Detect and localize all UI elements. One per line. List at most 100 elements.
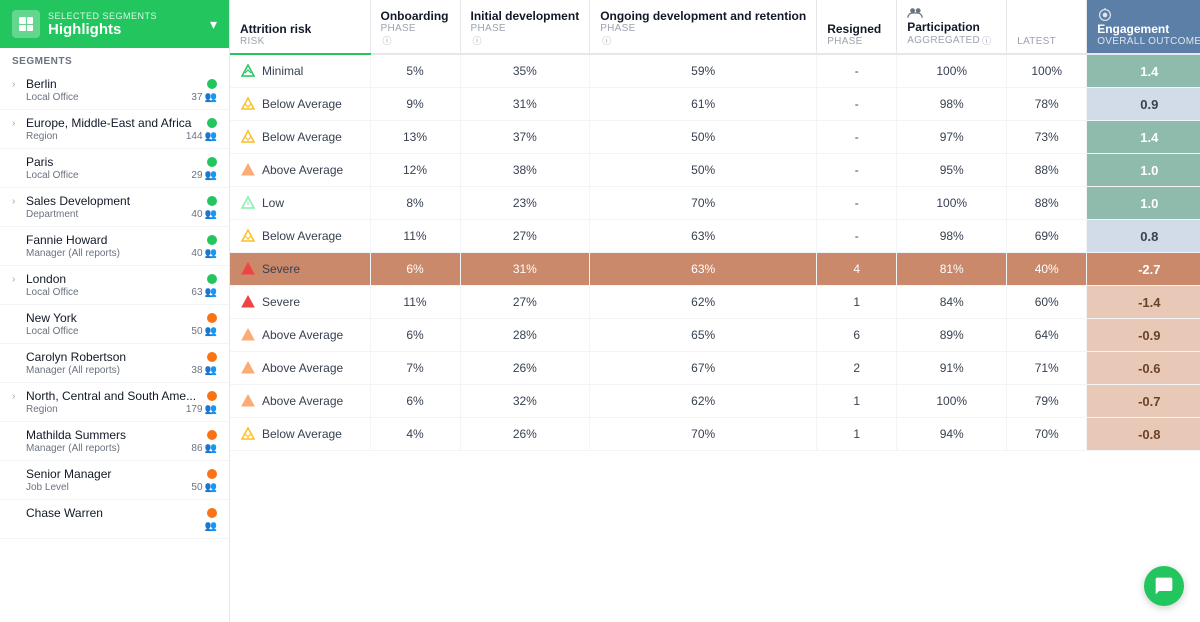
sidebar-item-chase[interactable]: Chase Warren 👥 xyxy=(0,500,229,539)
sidebar-item-main: Carolyn Robertson xyxy=(12,350,217,364)
attrition-cell: Above Average xyxy=(230,385,370,418)
onboarding-cell: 6% xyxy=(370,319,460,352)
sidebar-item-newyork[interactable]: New York Local Office 50 👥 xyxy=(0,305,229,344)
sidebar-item-type: Region xyxy=(26,404,58,415)
initial-cell: 23% xyxy=(460,187,590,220)
table-row[interactable]: Below Average 9% 31% 61% - 98% 78% 0.9 0… xyxy=(230,88,1200,121)
sidebar-item-type: Local Office xyxy=(26,326,79,337)
table-row[interactable]: Above Average 7% 26% 67% 2 91% 71% -0.6 … xyxy=(230,352,1200,385)
initial-cell: 27% xyxy=(460,286,590,319)
sidebar-item-fannie[interactable]: Fannie Howard Manager (All reports) 40 👥 xyxy=(0,227,229,266)
participation-cell: 97% xyxy=(897,121,1007,154)
sidebar-item-name: Mathilda Summers xyxy=(26,428,203,442)
status-badge xyxy=(207,196,217,206)
col-header-participation: Participation AGGREGATED ⓘ xyxy=(897,0,1007,54)
table-row[interactable]: Below Average 11% 27% 63% - 98% 69% 0.8 … xyxy=(230,220,1200,253)
latest-cell: 69% xyxy=(1007,220,1087,253)
table-row[interactable]: Above Average 6% 32% 62% 1 100% 79% -0.7… xyxy=(230,385,1200,418)
status-badge xyxy=(207,469,217,479)
sidebar-item-name: Fannie Howard xyxy=(26,233,203,247)
initial-cell: 37% xyxy=(460,121,590,154)
sidebar-item-berlin[interactable]: › Berlin Local Office 37 👥 xyxy=(0,71,229,110)
sidebar-item-meta: Local Office 37 👥 xyxy=(12,92,217,103)
sidebar-item-carolyn[interactable]: Carolyn Robertson Manager (All reports) … xyxy=(0,344,229,383)
ongoing-cell: 61% xyxy=(590,88,817,121)
attrition-cell: Above Average xyxy=(230,352,370,385)
table-row[interactable]: Above Average 12% 38% 50% - 95% 88% 1.0 … xyxy=(230,154,1200,187)
participation-cell: 81% xyxy=(897,253,1007,286)
engagement-cell: 1.0 xyxy=(1087,154,1200,187)
sidebar-item-europe[interactable]: › Europe, Middle-East and Africa Region … xyxy=(0,110,229,149)
chevron-icon: › xyxy=(12,196,22,207)
table-row[interactable]: Low 8% 23% 70% - 100% 88% 1.0 1.0 xyxy=(230,187,1200,220)
status-badge xyxy=(207,235,217,245)
sidebar-item-senior[interactable]: Senior Manager Job Level 50 👥 xyxy=(0,461,229,500)
sidebar-item-count: 179 👥 xyxy=(186,404,217,415)
table-row[interactable]: Severe 11% 27% 62% 1 84% 60% -1.4 -1.3 xyxy=(230,286,1200,319)
below-average-risk-icon xyxy=(240,129,256,145)
table-row[interactable]: Above Average 6% 28% 65% 6 89% 64% -0.9 … xyxy=(230,319,1200,352)
sidebar-item-name: Chase Warren xyxy=(26,506,203,520)
engagement-cell: 1.0 xyxy=(1087,187,1200,220)
sidebar-item-paris[interactable]: Paris Local Office 29 👥 xyxy=(0,149,229,188)
risk-label: Minimal xyxy=(262,64,303,78)
table-row[interactable]: Below Average 13% 37% 50% - 97% 73% 1.4 … xyxy=(230,121,1200,154)
initial-cell: 28% xyxy=(460,319,590,352)
sidebar-item-london[interactable]: › London Local Office 63 👥 xyxy=(0,266,229,305)
sidebar-item-type: Manager (All reports) xyxy=(26,443,120,454)
chat-button[interactable] xyxy=(1144,566,1184,606)
latest-cell: 64% xyxy=(1007,319,1087,352)
attrition-cell: Above Average xyxy=(230,319,370,352)
resigned-cell: 2 xyxy=(817,352,897,385)
latest-cell: 100% xyxy=(1007,54,1087,88)
table-row[interactable]: Below Average 4% 26% 70% 1 94% 70% -0.8 … xyxy=(230,418,1200,451)
low-risk-icon xyxy=(240,195,256,211)
onboarding-cell: 4% xyxy=(370,418,460,451)
table-row[interactable]: Severe 6% 31% 63% 4 81% 40% -2.7 -2.7 xyxy=(230,253,1200,286)
onboarding-cell: 11% xyxy=(370,286,460,319)
sidebar-header-text: SELECTED SEGMENTS Highlights xyxy=(48,11,157,38)
onboarding-cell: 6% xyxy=(370,385,460,418)
chevron-icon: › xyxy=(12,391,22,402)
engagement-cell: -0.6 xyxy=(1087,352,1200,385)
sidebar-item-north[interactable]: › North, Central and South Ame... Region… xyxy=(0,383,229,422)
sidebar-item-meta: Local Office 63 👥 xyxy=(12,287,217,298)
ongoing-cell: 59% xyxy=(590,54,817,88)
latest-cell: 78% xyxy=(1007,88,1087,121)
initial-cell: 32% xyxy=(460,385,590,418)
sidebar-item-count: 40 👥 xyxy=(191,248,217,259)
sidebar-item-mathilda[interactable]: Mathilda Summers Manager (All reports) 8… xyxy=(0,422,229,461)
risk-label: Above Average xyxy=(262,394,343,408)
sidebar-item-count: 37 👥 xyxy=(191,92,217,103)
participation-cell: 100% xyxy=(897,54,1007,88)
sidebar-header-left: SELECTED SEGMENTS Highlights xyxy=(12,10,157,38)
engagement-cell: -0.7 xyxy=(1087,385,1200,418)
table-wrapper[interactable]: Attrition risk RISK Onboarding PHASE ⓘ I… xyxy=(230,0,1200,622)
sidebar-item-main: Fannie Howard xyxy=(12,233,217,247)
participation-cell: 100% xyxy=(897,187,1007,220)
sidebar-item-type: Manager (All reports) xyxy=(26,248,120,259)
engagement-cell: -0.8 xyxy=(1087,418,1200,451)
above-average-risk-icon xyxy=(240,360,256,376)
sidebar-header[interactable]: SELECTED SEGMENTS Highlights ▾ xyxy=(0,0,229,48)
participation-cell: 94% xyxy=(897,418,1007,451)
sidebar-item-type: Local Office xyxy=(26,287,79,298)
sidebar-item-count: 86 👥 xyxy=(191,443,217,454)
chevron-down-icon: ▾ xyxy=(210,16,217,33)
col-header-latest: LATEST xyxy=(1007,0,1087,54)
sidebar-items-list: › Berlin Local Office 37 👥 › Europe, Mid… xyxy=(0,71,229,622)
engagement-cell: 1.4 xyxy=(1087,121,1200,154)
table-row[interactable]: Minimal 5% 35% 59% - 100% 100% 1.4 1.3 xyxy=(230,54,1200,88)
risk-label: Below Average xyxy=(262,427,342,441)
attrition-cell: Below Average xyxy=(230,220,370,253)
risk-label: Above Average xyxy=(262,163,343,177)
below-average-risk-icon xyxy=(240,228,256,244)
sidebar-item-sales[interactable]: › Sales Development Department 40 👥 xyxy=(0,188,229,227)
initial-cell: 35% xyxy=(460,54,590,88)
sidebar-item-meta: Department 40 👥 xyxy=(12,209,217,220)
sidebar-item-type: Job Level xyxy=(26,482,69,493)
status-badge xyxy=(207,508,217,518)
sidebar-item-name: Carolyn Robertson xyxy=(26,350,203,364)
sidebar-item-meta: Manager (All reports) 86 👥 xyxy=(12,443,217,454)
resigned-cell: 6 xyxy=(817,319,897,352)
